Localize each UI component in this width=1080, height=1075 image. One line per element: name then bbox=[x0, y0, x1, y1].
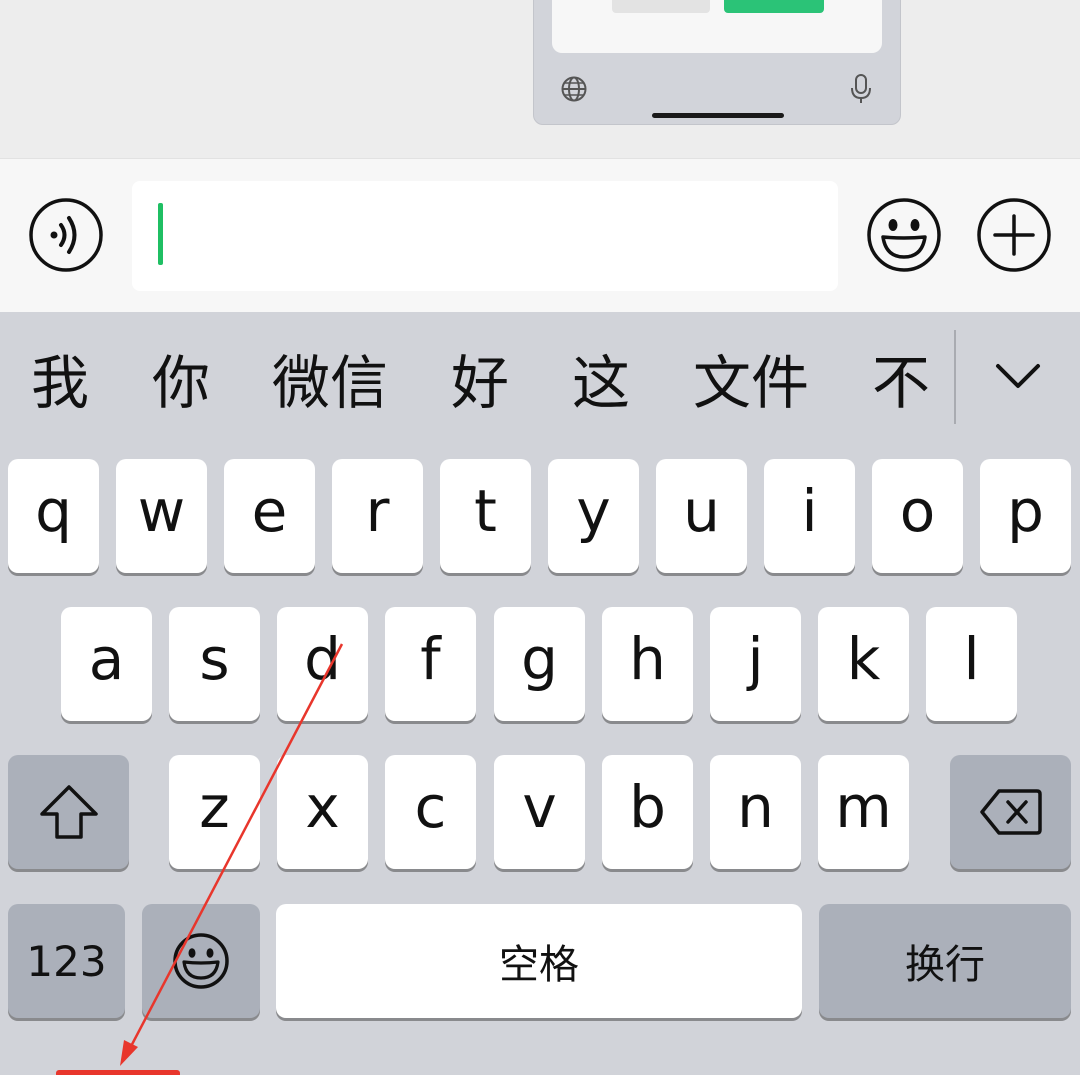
key-g[interactable]: g bbox=[494, 607, 585, 721]
candidate-word[interactable]: 好 bbox=[451, 348, 509, 418]
backspace-icon bbox=[979, 787, 1043, 837]
candidate-word[interactable]: 微信 bbox=[272, 348, 388, 418]
microphone-icon bbox=[848, 73, 874, 105]
key-x[interactable]: x bbox=[277, 755, 368, 869]
emoji-smile-icon bbox=[171, 931, 231, 991]
voice-icon[interactable] bbox=[28, 197, 104, 273]
key-y[interactable]: y bbox=[548, 459, 639, 573]
key-q[interactable]: q bbox=[8, 459, 99, 573]
key-j[interactable]: j bbox=[710, 607, 801, 721]
key-u[interactable]: u bbox=[656, 459, 747, 573]
key-w[interactable]: w bbox=[116, 459, 207, 573]
return-key[interactable]: 换行 bbox=[819, 904, 1071, 1018]
home-indicator bbox=[652, 113, 784, 118]
shift-key[interactable] bbox=[8, 755, 129, 869]
key-c[interactable]: c bbox=[385, 755, 476, 869]
candidate-divider bbox=[954, 330, 956, 424]
text-caret bbox=[158, 203, 163, 265]
key-r[interactable]: r bbox=[332, 459, 423, 573]
message-input-bar bbox=[0, 158, 1080, 312]
delete-key[interactable] bbox=[950, 755, 1071, 869]
candidate-word[interactable]: 文件 bbox=[693, 348, 809, 418]
preview-confirm-button bbox=[724, 0, 824, 13]
key-h[interactable]: h bbox=[602, 607, 693, 721]
candidate-word[interactable]: 这 bbox=[572, 348, 630, 418]
key-p[interactable]: p bbox=[980, 459, 1071, 573]
key-s[interactable]: s bbox=[169, 607, 260, 721]
key-n[interactable]: n bbox=[710, 755, 801, 869]
screenshot-preview[interactable] bbox=[533, 0, 901, 125]
key-f[interactable]: f bbox=[385, 607, 476, 721]
key-l[interactable]: l bbox=[926, 607, 1017, 721]
key-o[interactable]: o bbox=[872, 459, 963, 573]
chat-area bbox=[0, 0, 1080, 158]
numbers-key-label: 123 bbox=[26, 936, 107, 986]
key-v[interactable]: v bbox=[494, 755, 585, 869]
message-input[interactable] bbox=[132, 181, 838, 291]
key-b[interactable]: b bbox=[602, 755, 693, 869]
key-m[interactable]: m bbox=[818, 755, 909, 869]
key-e[interactable]: e bbox=[224, 459, 315, 573]
candidate-word[interactable]: 我 bbox=[31, 348, 89, 418]
key-z[interactable]: z bbox=[169, 755, 260, 869]
chevron-down-icon[interactable] bbox=[990, 356, 1046, 396]
emoji-icon[interactable] bbox=[866, 197, 942, 273]
emoji-key[interactable] bbox=[142, 904, 260, 1018]
key-d[interactable]: d bbox=[277, 607, 368, 721]
candidate-word[interactable]: 你 bbox=[152, 348, 210, 418]
space-key[interactable]: 空格 bbox=[276, 904, 802, 1018]
preview-cancel-button bbox=[612, 0, 710, 13]
space-key-label: 空格 bbox=[499, 942, 579, 988]
candidate-bar: 我 你 微信 好 这 文件 不 bbox=[0, 312, 1080, 452]
shift-arrow-icon bbox=[38, 783, 100, 841]
key-t[interactable]: t bbox=[440, 459, 531, 573]
keyboard: 我 你 微信 好 这 文件 不 q w e r t y u i o p a s … bbox=[0, 312, 1080, 1075]
return-key-label: 换行 bbox=[905, 942, 985, 988]
key-i[interactable]: i bbox=[764, 459, 855, 573]
globe-icon bbox=[560, 75, 588, 103]
preview-dialog-card bbox=[552, 0, 882, 53]
annotation-highlight bbox=[56, 1070, 180, 1075]
key-a[interactable]: a bbox=[61, 607, 152, 721]
plus-circle-icon[interactable] bbox=[976, 197, 1052, 273]
key-k[interactable]: k bbox=[818, 607, 909, 721]
candidate-word[interactable]: 不 bbox=[872, 348, 930, 418]
numbers-key[interactable]: 123 bbox=[8, 904, 125, 1018]
